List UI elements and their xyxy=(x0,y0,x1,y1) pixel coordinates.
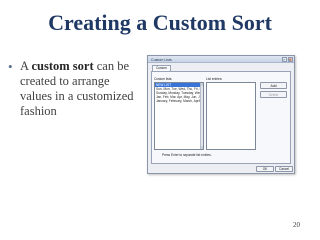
custom-lists-label: Custom lists: xyxy=(154,77,173,81)
bullet-bold-term: custom sort xyxy=(31,59,94,73)
add-button[interactable]: Add xyxy=(260,82,287,89)
help-button[interactable]: ? xyxy=(281,57,287,62)
bullet-dot-icon: • xyxy=(8,59,13,74)
close-button[interactable]: ✕ xyxy=(287,57,293,62)
hint-text: Press Enter to separate list entries. xyxy=(162,153,212,157)
listbox-scrollbar[interactable] xyxy=(200,83,203,149)
list-entries-field[interactable] xyxy=(206,82,256,150)
scroll-up-icon[interactable] xyxy=(201,83,203,86)
cancel-button[interactable]: Cancel xyxy=(275,166,293,172)
list-entries-label: List entries: xyxy=(206,77,223,81)
list-item[interactable]: January, February, March, April xyxy=(155,99,203,103)
scroll-down-icon[interactable] xyxy=(201,146,203,149)
dialog-titlebar[interactable]: Custom Lists ? ✕ xyxy=(148,56,294,63)
ok-button[interactable]: OK xyxy=(256,166,274,172)
bullet-point: • A custom sort can be created to arrang… xyxy=(8,59,144,119)
page-number: 20 xyxy=(293,221,300,229)
custom-lists-dialog: Custom Lists ? ✕ Custom Lists Custom lis… xyxy=(147,55,295,174)
slide-title: Creating a Custom Sort xyxy=(48,10,272,35)
custom-lists-listbox[interactable]: NEW LIST Sun, Mon, Tue, Wed, Thu, Fri, S… xyxy=(154,82,204,150)
bullet-prefix: A xyxy=(20,59,32,73)
delete-button[interactable]: Delete xyxy=(260,91,287,98)
bullet-text: A custom sort can be created to arrange … xyxy=(20,59,144,119)
dialog-title: Custom Lists xyxy=(151,57,172,62)
